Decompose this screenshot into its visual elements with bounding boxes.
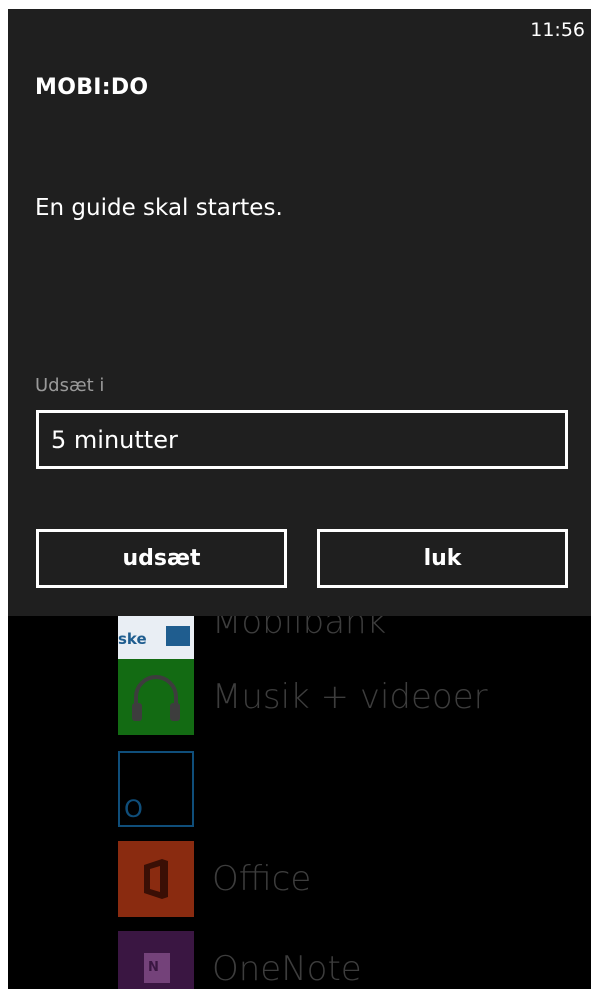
o-letter-icon: O (124, 795, 143, 823)
app-list-item-office[interactable]: Office (118, 841, 311, 917)
snooze-duration-value: 5 minutter (51, 425, 178, 454)
close-button[interactable]: luk (317, 529, 568, 588)
app-label-office: Office (212, 859, 312, 899)
office-tile (118, 841, 194, 917)
dialog-message: En guide skal startes. (35, 195, 283, 221)
o-tile: O (118, 751, 194, 827)
mobilbank-tile-text: ske (118, 630, 147, 648)
reminder-dialog: 11:56 MOBI:DO En guide skal startes. Uds… (8, 9, 591, 616)
app-label-onenote: OneNote (212, 949, 362, 989)
dialog-title: MOBI:DO (35, 75, 149, 100)
phone-screen: ske Mobilbank Musik + videoer O Office N… (8, 9, 591, 989)
office-icon (144, 859, 168, 899)
snooze-button-label: udsæt (122, 546, 201, 571)
musik-tile (118, 659, 194, 735)
app-list-item-onenote[interactable]: N OneNote (118, 931, 362, 989)
app-label-musik: Musik + videoer (212, 677, 488, 717)
snooze-label: Udsæt i (35, 375, 105, 396)
app-list-item-musik[interactable]: Musik + videoer (118, 659, 488, 735)
bank-house-icon (166, 626, 190, 646)
headphones-icon (132, 675, 180, 721)
status-bar-time: 11:56 (530, 19, 585, 41)
snooze-duration-picker[interactable]: 5 minutter (36, 410, 568, 469)
onenote-icon: N (144, 953, 170, 983)
snooze-button[interactable]: udsæt (36, 529, 287, 588)
app-list-item-o[interactable]: O (118, 751, 212, 827)
close-button-label: luk (423, 546, 462, 571)
onenote-tile: N (118, 931, 194, 989)
